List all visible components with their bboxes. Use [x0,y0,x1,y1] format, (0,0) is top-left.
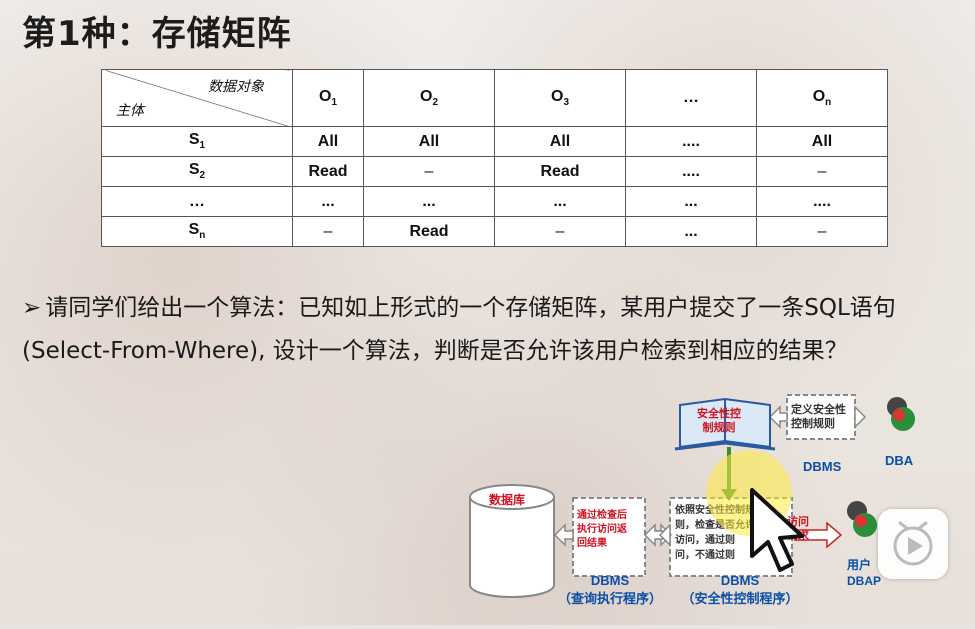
row-header-sn: Sn [101,216,293,247]
slide-title: 第1种：存储矩阵 [22,14,292,54]
table-cell: – [494,216,626,247]
dbms-query-label: DBMS （查询执行程序） [557,573,662,606]
book-label: 安全性控 制规则 [697,408,741,434]
table-cell: ... [363,186,495,217]
table-cell: – [363,156,495,187]
row-header-s2: S2 [101,156,293,187]
table-cell: ... [292,186,364,217]
matrix-header-row: 数据对象 主体 O1 O2 O3 … On [101,69,888,127]
table-cell: Read [363,216,495,247]
question-text: 请同学们给出一个算法：已知如上形式的一个存储矩阵，某用户提交了一条SQL语句(S… [22,295,896,364]
table-cell: Read [494,156,626,187]
table-row: … ... ... ... ... .... [101,186,888,217]
table-cell: ... [625,216,757,247]
mouse-pointer-icon [748,486,808,580]
matrix-corner-cell: 数据对象 主体 [101,69,293,127]
col-header-on: On [756,69,888,127]
corner-object-label: 数据对象 [208,78,264,94]
table-cell: Read [292,156,364,187]
col-header-o3: O3 [494,69,626,127]
table-cell: .... [625,156,757,187]
row-header-s1: S1 [101,126,293,157]
play-button[interactable] [878,509,948,579]
table-cell: All [363,126,495,157]
table-cell: All [292,126,364,157]
table-row: Sn – Read – ... – [101,216,888,247]
row-header-ellipsis: … [101,186,293,217]
dbms-top-label: DBMS [803,459,842,474]
define-rule-label: 定义安全性 控制规则 [791,403,846,430]
table-cell: – [756,216,888,247]
table-cell: ... [494,186,626,217]
user-label: 用户 DBAP [847,558,882,588]
table-cell: ... [625,186,757,217]
arrow-query-security-icon [643,523,671,547]
col-header-o1: O1 [292,69,364,127]
table-cell: All [494,126,626,157]
question-text-block: ➢ 请同学们给出一个算法：已知如上形式的一个存储矩阵，某用户提交了一条SQL语句(… [22,287,967,373]
dba-person-icon [887,397,915,431]
col-header-o2: O2 [363,69,495,127]
col-header-ellipsis: … [625,69,757,127]
play-icon [893,521,933,566]
pass-check-label: 通过检查后 执行访问返 回结果 [577,510,627,549]
table-cell: All [756,126,888,157]
table-cell: – [292,216,364,247]
dba-label: DBA [885,453,914,468]
table-cell: .... [756,186,888,217]
table-row: S2 Read – Read .... – [101,156,888,187]
user-person-icon [847,501,877,537]
storage-matrix-table: 数据对象 主体 O1 O2 O3 … On S1 All All All ...… [101,69,888,247]
bullet-arrow-icon: ➢ [22,295,42,321]
table-cell: .... [625,126,757,157]
corner-subject-label: 主体 [116,102,144,118]
table-row: S1 All All All .... All [101,126,888,157]
table-cell: – [756,156,888,187]
database-label: 数据库 [489,493,526,507]
